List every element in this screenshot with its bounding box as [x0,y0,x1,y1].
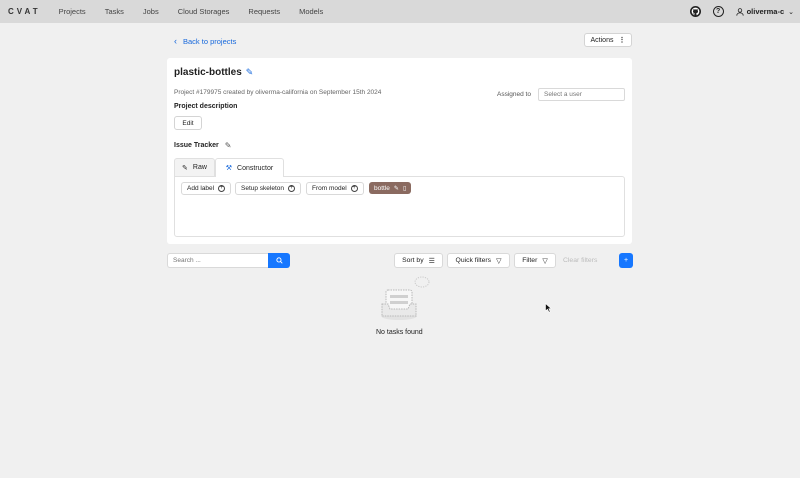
label-constructor-panel: Add label + Setup skeleton + From model … [174,176,625,237]
setup-skeleton-text: Setup skeleton [241,185,285,192]
plus-circle-icon: + [350,185,358,192]
sort-by-label: Sort by [402,257,424,264]
project-description-label: Project description [174,103,238,110]
edit-description-button[interactable]: Edit [174,116,202,130]
topbar-right-group: ? oliverma-c ⌄ [689,0,794,23]
top-navigation-bar: CVAT Projects Tasks Jobs Cloud Storages … [0,0,800,23]
empty-state-text: No tasks found [376,329,423,336]
more-vertical-icon: ⋮ [618,37,626,44]
filter-icon: ▽ [496,257,502,265]
back-link-label: Back to projects [183,36,237,46]
user-icon [735,7,744,16]
nav-jobs[interactable]: Jobs [143,7,159,16]
filter-button[interactable]: Filter ▽ [514,253,556,268]
add-label-button[interactable]: Add label + [181,182,232,195]
project-details-card: plastic-bottles ✎ Project #179975 create… [167,58,632,244]
issue-tracker-label: Issue Tracker ✎ [174,141,231,150]
label-name: bottle [374,184,390,192]
help-icon[interactable]: ? [712,6,724,17]
tab-raw-label: Raw [192,164,207,171]
add-label-text: Add label [187,185,215,192]
filter-icon: ▽ [542,257,548,265]
tab-constructor[interactable]: ⚒ Constructor [215,158,284,177]
nav-tasks[interactable]: Tasks [105,7,124,16]
sort-icon: ☰ [428,257,435,265]
chevron-down-icon: ⌄ [788,8,794,16]
assignee-select[interactable] [538,88,625,101]
github-icon[interactable] [689,6,701,17]
search-button[interactable] [268,253,290,268]
clear-filters-button[interactable]: Clear filters [563,257,597,264]
search-icon [275,257,283,264]
edit-icon: ✎ [182,164,188,172]
build-icon: ⚒ [225,165,233,172]
assigned-to-label: Assigned to [497,91,531,98]
issue-tracker-text: Issue Tracker [174,142,219,149]
add-task-button[interactable]: + [619,253,633,268]
back-to-projects-link[interactable]: ‹ Back to projects [174,36,236,46]
user-menu[interactable]: oliverma-c ⌄ [735,7,794,16]
project-title-text[interactable]: plastic-bottles [174,67,242,78]
username: oliverma-c [746,7,785,16]
project-meta: Project #179975 created by oliverma-cali… [174,89,382,96]
chevron-left-icon: ‹ [174,36,177,46]
delete-label-icon[interactable]: ▯ [403,185,406,192]
label-item-bottle[interactable]: bottle ✎ ▯ [369,182,412,194]
filter-label: Filter [522,257,538,264]
nav-requests[interactable]: Requests [248,7,280,16]
plus-circle-icon: + [288,185,296,192]
quick-filters-label: Quick filters [455,257,492,264]
sort-by-button[interactable]: Sort by ☰ [394,253,443,268]
plus-circle-icon: + [218,185,226,192]
nav-projects[interactable]: Projects [59,7,86,16]
cvat-logo[interactable]: CVAT [8,7,41,16]
tab-constructor-label: Constructor [237,164,274,172]
quick-filters-button[interactable]: Quick filters ▽ [447,253,510,268]
task-search-input[interactable] [167,253,268,268]
nav-cloud-storages[interactable]: Cloud Storages [178,7,230,16]
main-nav: Projects Tasks Jobs Cloud Storages Reque… [59,7,343,16]
actions-label: Actions [590,36,614,44]
project-title: plastic-bottles ✎ [174,67,253,78]
empty-inbox-icon [380,276,430,326]
edit-issue-tracker-icon[interactable]: ✎ [225,141,232,150]
nav-models[interactable]: Models [299,7,323,16]
from-model-text: From model [312,185,347,192]
from-model-button[interactable]: From model + [306,182,364,195]
actions-button[interactable]: Actions ⋮ [584,33,632,47]
edit-title-icon[interactable]: ✎ [246,67,254,78]
tab-raw[interactable]: ✎ Raw [174,158,215,176]
edit-label-icon[interactable]: ✎ [394,185,399,192]
setup-skeleton-button[interactable]: Setup skeleton + [235,182,302,195]
mouse-cursor-icon [545,302,553,315]
